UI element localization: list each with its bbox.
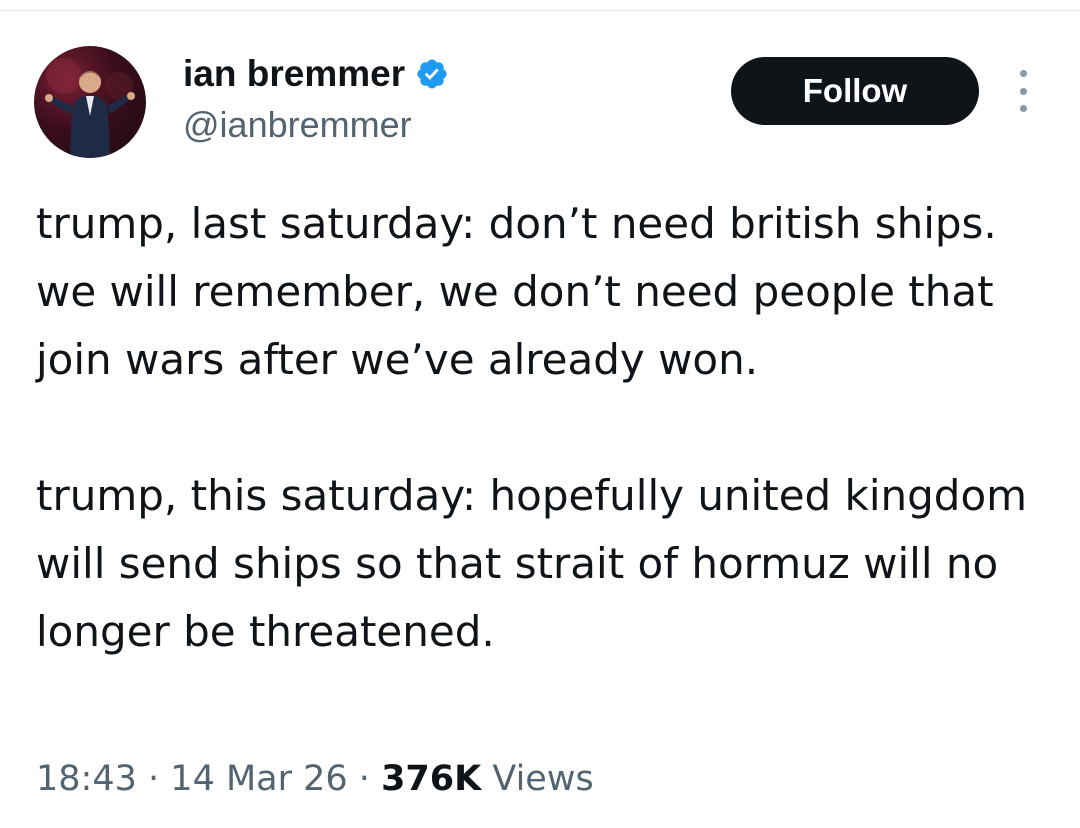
author-handle[interactable]: @ianbremmer — [183, 104, 412, 146]
tweet-time[interactable]: 18:43 — [36, 759, 137, 799]
follow-button[interactable]: Follow — [731, 57, 979, 125]
more-dot — [1019, 87, 1027, 95]
meta-separator: · — [148, 759, 160, 799]
more-dot — [1019, 70, 1027, 77]
verified-badge-icon — [417, 59, 447, 89]
tweet-paragraph: trump, this saturday: hopefully united k… — [36, 471, 1028, 656]
tweet-paragraph: trump, last saturday: don’t need british… — [36, 199, 997, 384]
avatar[interactable] — [34, 46, 146, 158]
avatar-image — [45, 58, 135, 158]
views-count[interactable]: 376K — [381, 759, 481, 799]
author-display-name[interactable]: ian bremmer — [183, 52, 405, 96]
tweet-text: trump, last saturday: don’t need british… — [36, 190, 1046, 666]
meta-separator: · — [358, 759, 370, 799]
top-divider — [0, 10, 1080, 11]
more-options-icon[interactable] — [1010, 68, 1036, 114]
tweet-date[interactable]: 14 Mar 26 — [170, 759, 347, 799]
tweet-meta: 18:43 · 14 Mar 26 · 376K Views — [36, 754, 594, 804]
views-label: Views — [492, 759, 594, 799]
more-dot — [1019, 105, 1027, 112]
author-name-row: ian bremmer — [183, 52, 449, 96]
